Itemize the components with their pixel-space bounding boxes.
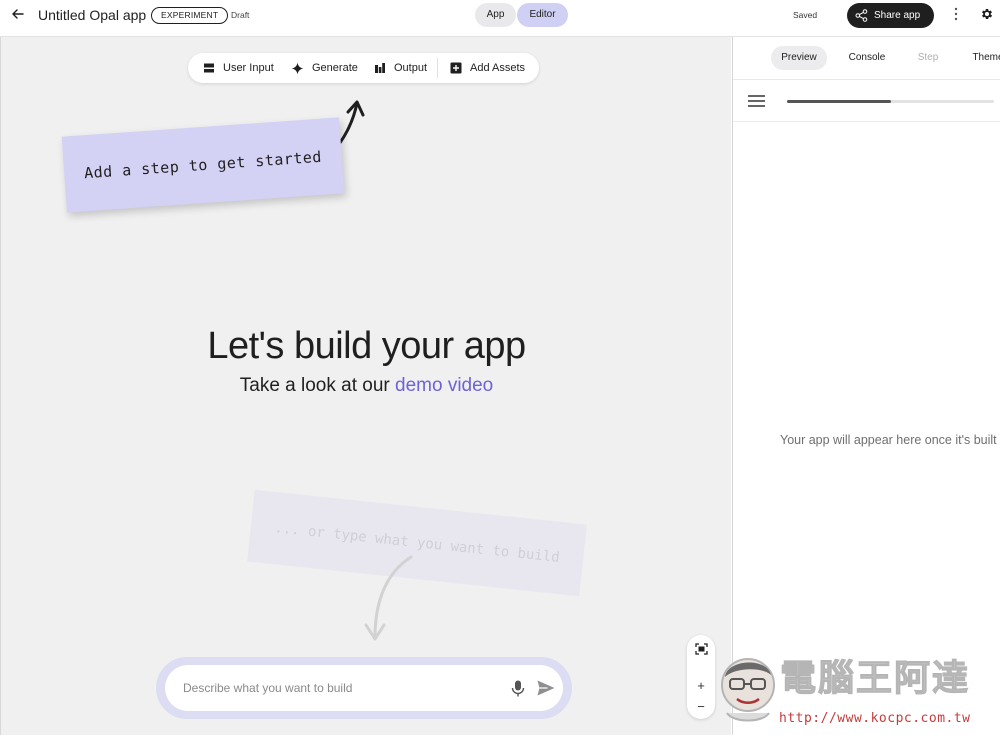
send-icon[interactable] [537,680,555,696]
share-app-button[interactable]: Share app [847,3,934,28]
draft-status: Draft [231,10,250,20]
watermark: 電腦王阿達 http://www.kocpc.com.tw [709,645,1000,735]
demo-video-link[interactable]: demo video [395,375,493,396]
back-arrow-icon[interactable] [10,6,26,22]
preview-progress-bar [787,100,994,103]
top-bar: Untitled Opal app EXPERIMENT Draft App E… [0,0,1000,37]
tab-console[interactable]: Console [840,46,894,70]
more-vert-icon[interactable] [951,6,961,22]
user-input-button[interactable]: User Input [203,53,274,83]
watermark-title: 電腦王阿達 [779,658,971,700]
output-button[interactable]: Output [374,53,427,83]
sparkle-icon [291,62,304,74]
hero-subtitle-text: Take a look at our [239,375,390,396]
gear-icon[interactable] [980,7,994,21]
sticky-note: Add a step to get started [61,117,345,213]
share-icon [855,9,868,22]
tab-theme[interactable]: Theme [963,46,1000,70]
menu-icon[interactable] [748,95,765,107]
panel-divider [733,121,1000,122]
add-box-icon [450,62,462,74]
mode-editor-button[interactable]: Editor [517,3,568,27]
user-input-icon [204,63,214,73]
tab-step[interactable]: Step [908,46,948,70]
hero-title: Let's build your app [207,325,526,367]
tab-divider [733,79,1000,80]
microphone-icon[interactable] [511,680,525,697]
user-input-label: User Input [223,62,274,74]
mascot-logo [721,658,775,722]
experiment-badge: EXPERIMENT [151,7,229,24]
add-assets-button[interactable]: Add Assets [450,53,525,83]
generate-button[interactable]: Generate [291,53,358,83]
tab-preview[interactable]: Preview [771,46,827,70]
hero-subtitle: Take a look at our demo video [1,375,731,397]
prompt-box-frame [156,657,572,719]
preview-panel: Preview Console Step Theme Your app will… [732,37,1000,735]
add-assets-label: Add Assets [470,62,526,74]
output-label: Output [394,62,428,74]
ghost-arrow-icon [364,555,413,641]
sticky-note-text: Add a step to get started [83,147,323,183]
empty-preview-message: Your app will appear here once it's buil… [780,433,997,447]
progress-fill [787,100,891,103]
output-icon [375,63,385,73]
fit-screen-icon [694,643,708,655]
editor-canvas[interactable]: User Input Generate Output Add Assets Ad… [0,37,731,735]
describe-app-input[interactable] [183,665,483,711]
saved-status: Saved [793,10,818,20]
prompt-box [165,665,563,711]
generate-label: Generate [312,62,358,74]
app-title[interactable]: Untitled Opal app [38,7,146,23]
watermark-url: http://www.kocpc.com.tw [779,711,971,726]
toolbar-divider [437,58,438,78]
mode-app-button[interactable]: App [475,3,516,27]
step-toolbar: User Input Generate Output Add Assets [188,53,539,83]
share-app-label: Share app [874,10,921,21]
